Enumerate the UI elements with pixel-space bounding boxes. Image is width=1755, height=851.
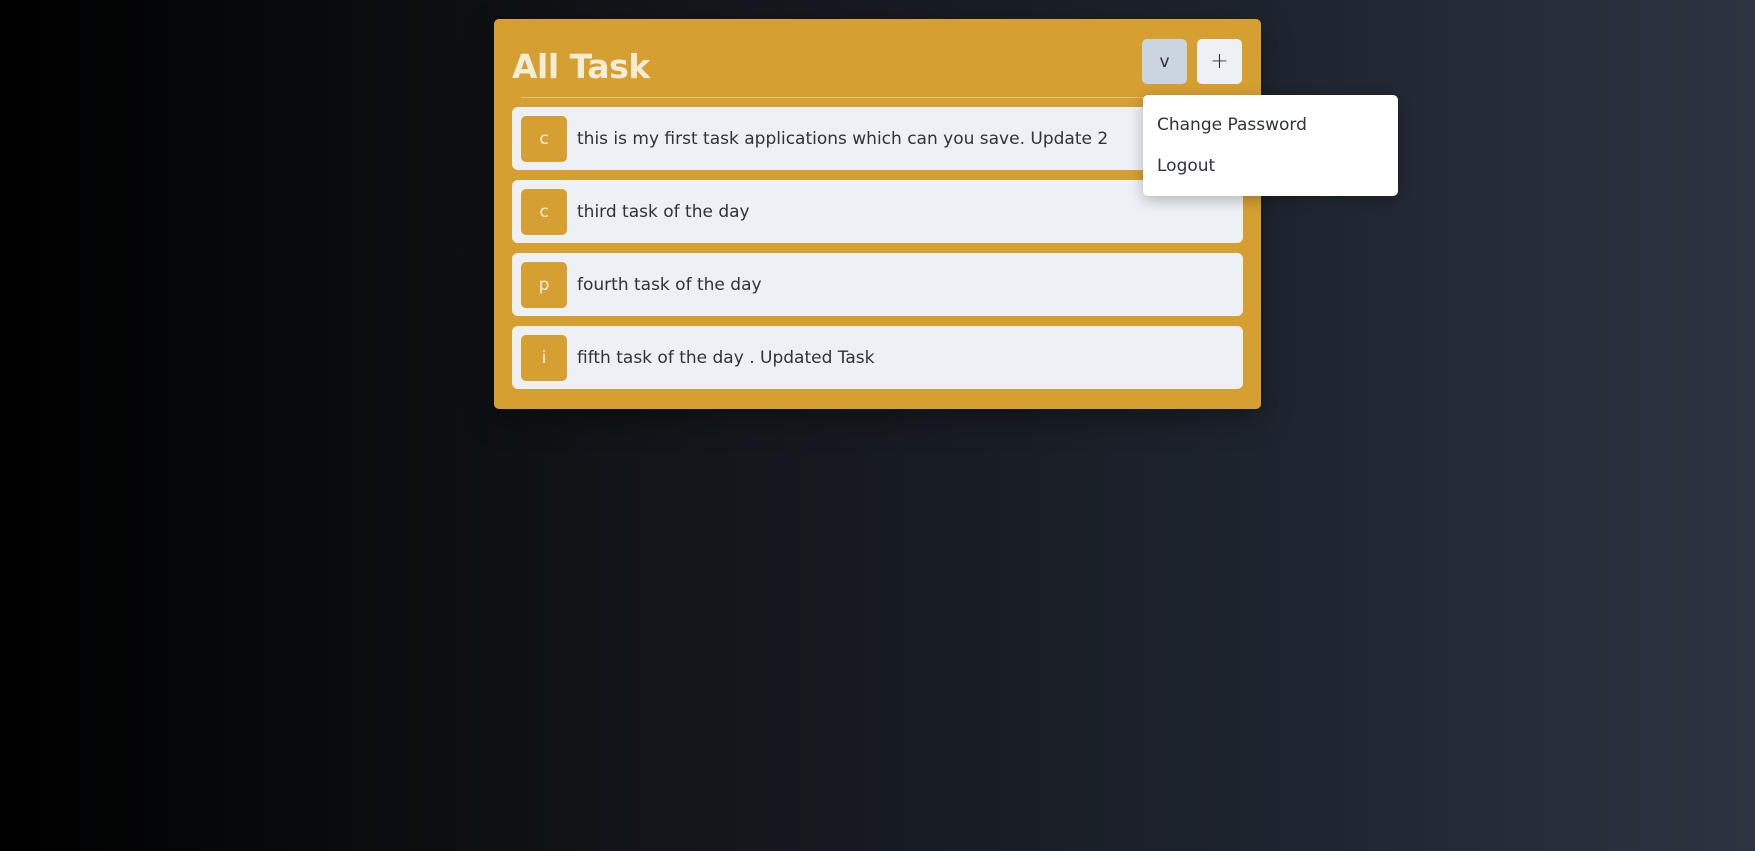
task-list: c this is my first task applications whi… xyxy=(512,107,1243,399)
task-category-badge[interactable]: p xyxy=(521,261,567,308)
task-item[interactable]: i fifth task of the day . Updated Task xyxy=(512,326,1243,389)
task-card: All Task v + c this is my first task app… xyxy=(494,19,1261,409)
change-password-menu-item[interactable]: Change Password xyxy=(1157,115,1307,135)
task-category-badge[interactable]: c xyxy=(521,115,567,162)
card-header: All Task xyxy=(512,39,1243,97)
header-divider xyxy=(521,97,1243,98)
add-task-button[interactable]: + xyxy=(1197,39,1242,84)
task-category-badge[interactable]: c xyxy=(521,188,567,235)
task-text: fourth task of the day xyxy=(577,274,762,295)
page-title: All Task xyxy=(512,47,650,86)
task-item[interactable]: c this is my first task applications whi… xyxy=(512,107,1243,170)
task-text: third task of the day xyxy=(577,201,750,222)
logout-menu-item[interactable]: Logout xyxy=(1157,156,1215,176)
user-menu-button[interactable]: v xyxy=(1142,39,1187,84)
task-item[interactable]: p fourth task of the day xyxy=(512,253,1243,316)
task-item[interactable]: c third task of the day xyxy=(512,180,1243,243)
task-text: fifth task of the day . Updated Task xyxy=(577,347,875,368)
task-category-badge[interactable]: i xyxy=(521,334,567,381)
user-dropdown-menu: Change Password Logout xyxy=(1143,95,1398,196)
task-text: this is my first task applications which… xyxy=(577,128,1109,149)
